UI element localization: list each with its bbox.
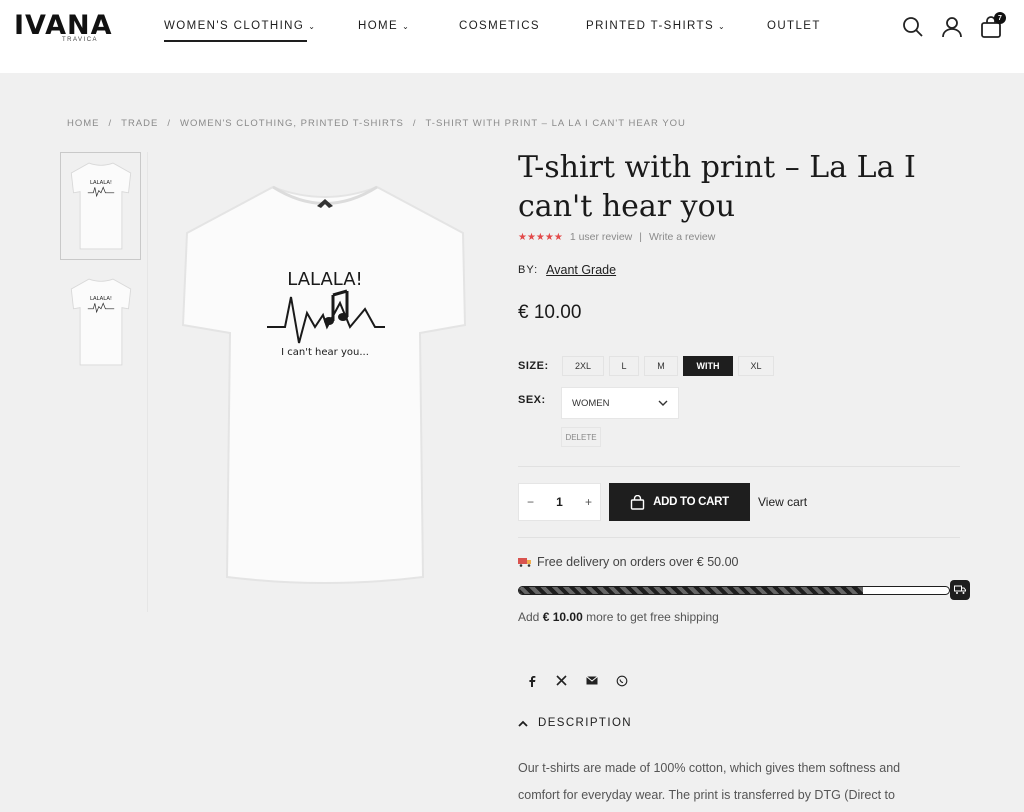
free-delivery-text: Free delivery on orders over € 50.00 xyxy=(537,555,739,569)
size-option-xl[interactable]: XL xyxy=(738,356,774,376)
free-delivery-notice: Free delivery on orders over € 50.00 xyxy=(518,555,739,569)
svg-text:LALALA!: LALALA! xyxy=(89,296,111,302)
nav-item-label: OUTLET xyxy=(767,20,821,32)
delivery-truck-icon xyxy=(950,580,970,600)
delete-selection-button[interactable]: DELETE xyxy=(561,427,601,447)
sex-select-value: WOMEN xyxy=(572,397,610,409)
gallery-thumbnail-2[interactable]: LALALA! xyxy=(60,268,141,376)
print-subtitle: I can't hear you... xyxy=(281,347,369,358)
print-title: LALALA! xyxy=(287,269,362,290)
product-rating: ★★★★★ 1 user review | Write a review xyxy=(518,231,715,243)
product-title: T-shirt with print – La La I can't hear … xyxy=(518,150,916,224)
breadcrumb-current: T-SHIRT WITH PRINT – LA LA I CAN'T HEAR … xyxy=(425,118,686,129)
shipping-progress-bar xyxy=(518,586,950,595)
breadcrumb: HOME / TRADE / WOMEN'S CLOTHING, PRINTED… xyxy=(67,118,686,129)
shipping-progress-fill xyxy=(519,587,863,594)
chevron-down-icon xyxy=(658,400,668,406)
description-toggle[interactable]: DESCRIPTION xyxy=(518,717,632,729)
nav-item-label: PRINTED T-SHIRTS xyxy=(586,20,715,32)
chevron-down-icon: ⌄ xyxy=(402,21,411,31)
brand-link[interactable]: Avant Grade xyxy=(546,263,616,277)
write-review-link[interactable]: Write a review xyxy=(649,231,715,243)
user-icon[interactable] xyxy=(940,14,964,40)
search-icon[interactable] xyxy=(901,14,925,40)
svg-text:LALALA!: LALALA! xyxy=(89,180,111,186)
chevron-up-icon xyxy=(518,720,528,727)
quantity-decrease-button[interactable]: − xyxy=(527,495,534,509)
free-shipping-remaining: Add € 10.00 more to get free shipping xyxy=(518,610,719,624)
site-header: IVANA TRAVICA WOMEN'S CLOTHING ⌄ HOME ⌄ … xyxy=(0,0,1024,73)
review-count[interactable]: 1 user review xyxy=(570,231,632,243)
nav-womens-clothing[interactable]: WOMEN'S CLOTHING ⌄ xyxy=(164,20,316,32)
brand-label: BY: xyxy=(518,264,539,276)
truck-icon xyxy=(518,558,531,567)
nav-printed-tshirts[interactable]: PRINTED T-SHIRTS ⌄ xyxy=(586,20,726,32)
nav-item-label: HOME xyxy=(358,20,399,32)
quantity-value[interactable]: 1 xyxy=(556,495,563,509)
breadcrumb-separator: / xyxy=(108,118,113,129)
size-option-l[interactable]: L xyxy=(609,356,639,376)
sex-select[interactable]: WOMEN xyxy=(561,387,679,419)
divider xyxy=(518,537,960,538)
facebook-icon[interactable] xyxy=(524,673,539,688)
gallery-divider xyxy=(147,152,148,612)
whatsapp-icon[interactable] xyxy=(614,673,629,688)
nav-cosmetics[interactable]: COSMETICS xyxy=(459,20,540,32)
view-cart-link[interactable]: View cart xyxy=(758,495,807,509)
star-rating-icon: ★★★★★ xyxy=(518,231,563,243)
tshirt-thumbnail-image: LALALA! xyxy=(70,278,131,366)
add-to-cart-button[interactable]: ADD TO CART xyxy=(609,483,750,521)
breadcrumb-trade[interactable]: TRADE xyxy=(121,118,158,129)
rating-separator: | xyxy=(639,231,643,243)
nav-item-label: COSMETICS xyxy=(459,20,540,32)
breadcrumb-separator: / xyxy=(412,118,417,129)
share-links xyxy=(524,673,629,688)
add-to-cart-label: ADD TO CART xyxy=(653,496,729,508)
nav-home[interactable]: HOME ⌄ xyxy=(358,20,410,32)
site-logo-subtitle: TRAVICA xyxy=(62,37,99,43)
x-icon[interactable] xyxy=(554,673,569,688)
cart-count-badge: 7 xyxy=(994,12,1006,24)
sex-label: SEX: xyxy=(518,394,546,406)
breadcrumb-home[interactable]: HOME xyxy=(67,118,100,129)
size-option-2xl[interactable]: 2XL xyxy=(562,356,604,376)
nav-active-indicator xyxy=(164,40,307,42)
more-amount: € 10.00 xyxy=(542,610,583,624)
divider xyxy=(518,466,960,467)
product-main-image[interactable]: LALALA! I can't hear you... xyxy=(175,175,475,595)
quantity-increase-button[interactable]: + xyxy=(585,495,592,509)
size-option-m[interactable]: M xyxy=(644,356,678,376)
nav-item-label: WOMEN'S CLOTHING xyxy=(164,20,305,32)
more-prefix: Add xyxy=(518,610,540,624)
description-text: Our t-shirts are made of 100% cotton, wh… xyxy=(518,761,901,802)
tshirt-thumbnail-image: LALALA! xyxy=(70,162,131,250)
breadcrumb-separator: / xyxy=(167,118,171,129)
breadcrumb-category[interactable]: WOMEN'S CLOTHING, PRINTED T-SHIRTS xyxy=(180,118,404,129)
shopping-bag-icon[interactable]: 7 xyxy=(979,12,1006,40)
description-heading: DESCRIPTION xyxy=(538,717,632,729)
nav-outlet[interactable]: OUTLET xyxy=(767,20,821,32)
gallery-thumbnail-1[interactable]: LALALA! xyxy=(60,152,141,260)
mail-icon[interactable] xyxy=(584,673,599,688)
chevron-down-icon: ⌄ xyxy=(308,21,317,31)
chevron-down-icon: ⌄ xyxy=(718,21,727,31)
tshirt-image: LALALA! I can't hear you... xyxy=(181,185,467,584)
shopping-bag-icon xyxy=(630,494,645,510)
size-option-with[interactable]: WITH xyxy=(683,356,733,376)
size-label: SIZE: xyxy=(518,360,549,372)
product-brand: BY: Avant Grade xyxy=(518,263,616,277)
more-suffix: more to get free shipping xyxy=(586,610,719,624)
product-price: € 10.00 xyxy=(518,302,582,323)
quantity-stepper[interactable]: − 1 + xyxy=(518,483,601,521)
